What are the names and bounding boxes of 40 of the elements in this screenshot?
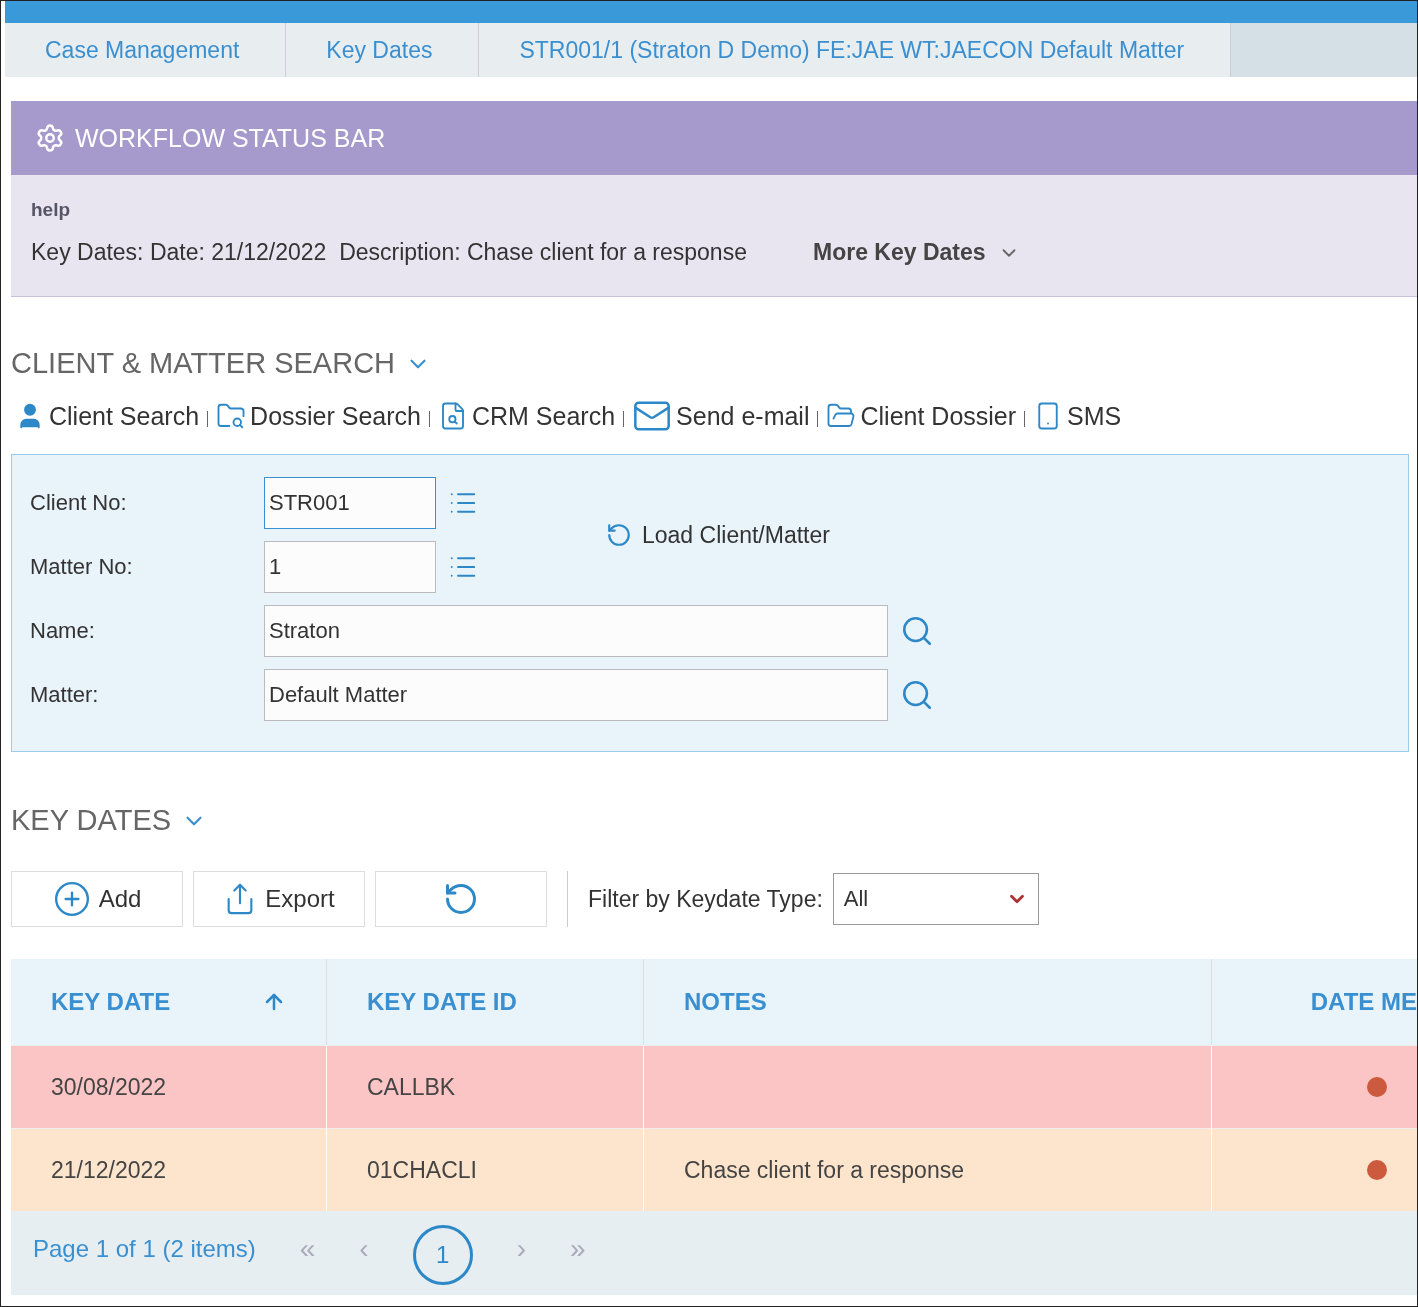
field-label: Matter: — [30, 682, 100, 708]
toolbar-link[interactable]: CRM Search — [438, 401, 616, 431]
help-link[interactable]: help — [31, 199, 1397, 221]
text-field[interactable]: 1 — [264, 541, 436, 593]
table-cell: Chase client for a response — [643, 1128, 1211, 1211]
add-button[interactable]: Add — [11, 871, 183, 927]
status-dot-icon — [1367, 1160, 1387, 1180]
table-cell: CALLBK — [326, 1045, 643, 1128]
plus-icon — [52, 880, 91, 918]
table-cell: 21/12/2022 — [11, 1128, 326, 1211]
search-icon[interactable] — [900, 614, 934, 648]
search-icon[interactable] — [900, 678, 934, 712]
field-label: Name: — [30, 618, 96, 644]
keydate-type-dropdown[interactable]: All — [832, 873, 1039, 925]
toolbar-link[interactable]: SMS — [1033, 401, 1122, 431]
text-field[interactable]: STR001 — [264, 477, 436, 529]
filter-label: Filter by Keydate Type: — [588, 885, 823, 913]
toolbar-link[interactable]: Dossier Search — [216, 401, 421, 431]
table-cell: 30/08/2022 — [11, 1045, 326, 1128]
status-dot-icon — [1367, 1077, 1387, 1097]
export-button[interactable]: Export — [193, 871, 365, 927]
reload-icon — [606, 522, 632, 548]
text-field[interactable]: Default Matter — [264, 669, 888, 721]
workflow-title: WORKFLOW STATUS BAR — [75, 123, 386, 153]
table-cell: 01CHACLI — [326, 1128, 643, 1211]
toolbar-link[interactable]: Client Search — [15, 401, 200, 431]
more-key-dates-button[interactable]: More Key Dates — [812, 239, 1020, 266]
field-label: Matter No: — [30, 554, 134, 580]
key-date-summary: Key Dates: Date: 21/12/2022 Description: Chase client for a response — [31, 239, 747, 266]
folder-search-icon — [216, 401, 247, 431]
load-client-matter-button[interactable]: Load Client/Matter — [600, 520, 836, 550]
field-label: Client No: — [30, 490, 128, 516]
text-field[interactable]: Straton — [264, 605, 888, 657]
section-title: KEY DATES — [11, 804, 172, 837]
refresh-icon — [443, 881, 479, 917]
page-summary: Page 1 of 1 (2 items) — [33, 1235, 256, 1263]
toolbar-link[interactable]: Send e-mail — [632, 396, 810, 436]
section-title: CLIENT & MATTER SEARCH — [11, 347, 396, 380]
refresh-button[interactable] — [375, 871, 547, 927]
toolbar-link[interactable]: Client Dossier — [826, 401, 1017, 431]
